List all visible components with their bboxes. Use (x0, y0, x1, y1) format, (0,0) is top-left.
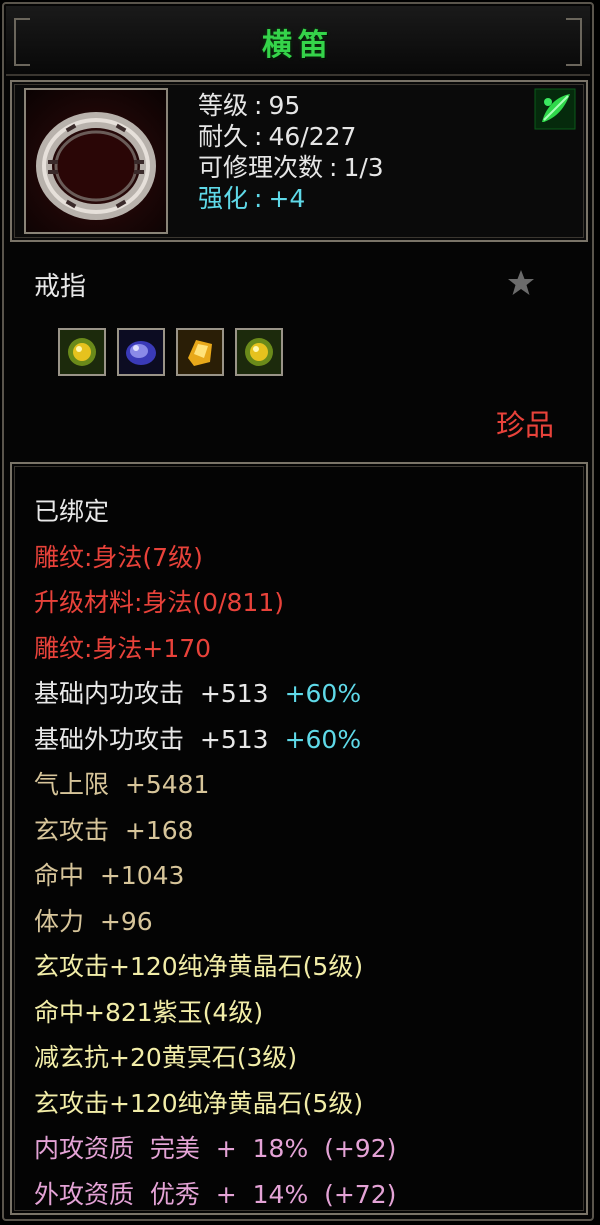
yellow-green-gem-icon[interactable] (58, 328, 106, 376)
attributes-panel: 已绑定雕纹:身法(7级) 升级材料:身法(0/811) 雕纹:身法+170 基础内功攻… (10, 462, 588, 1215)
attribute-line: 基础外功攻击 +513 +60% (34, 720, 396, 766)
attribute-line: 体力 +96 (34, 902, 396, 948)
attribute-text: 减玄抗+20黄冥石(3级) (34, 1043, 298, 1072)
ring-icon[interactable] (24, 88, 168, 234)
repair-count-line: 可修理次数:1/3 (198, 153, 384, 182)
attribute-text: 外攻资质 优秀 + 14% (+72) (34, 1179, 397, 1209)
durability-value: 46/227 (268, 122, 357, 151)
item-header: 等级:95 耐久:46/227 可修理次数:1/3 强化: +4 (10, 80, 588, 242)
durability-line: 耐久:46/227 (198, 122, 357, 151)
star-icon[interactable] (506, 268, 536, 298)
attribute-line: 已绑定 (34, 492, 396, 538)
attribute-text: 命中 +1043 (34, 861, 185, 890)
attribute-text: 体力 +96 (34, 906, 153, 936)
attribute-line: 外攻资质 优秀 + 14% (+72) (34, 1175, 396, 1221)
item-type: 戒指 (34, 272, 87, 302)
attribute-line: 玄攻击+120纯净黄晶石(5级) (34, 1084, 396, 1130)
attribute-bonus: +60% (284, 679, 362, 708)
purple-jade-gem-icon[interactable] (117, 328, 165, 376)
attribute-text: 已绑定 (34, 497, 110, 526)
attribute-text: 升级材料:身法(0/811) (34, 588, 284, 617)
attribute-text: 命中+821紫玉(4级) (34, 997, 264, 1027)
attribute-text: 玄攻击 +168 (34, 815, 194, 845)
green-leaf-icon (534, 88, 576, 130)
attributes-list: 已绑定雕纹:身法(7级) 升级材料:身法(0/811) 雕纹:身法+170 基础内功攻… (34, 492, 396, 1220)
yellow-green-gem-icon[interactable] (235, 328, 283, 376)
attribute-text: 气上限 +5481 (34, 770, 210, 799)
attribute-line: 命中+821紫玉(4级) (34, 993, 396, 1039)
attribute-text: 雕纹:身法(7级) (34, 542, 203, 572)
title-bar: 横笛 (6, 6, 590, 76)
attribute-line: 气上限 +5481 (34, 765, 396, 811)
attribute-line: 命中 +1043 (34, 856, 396, 902)
enhance-line: 强化: +4 (198, 184, 306, 213)
attribute-line: 玄攻击+120纯净黄晶石(5级) (34, 947, 396, 993)
level-value: 95 (268, 91, 301, 120)
rarity-label: 珍品 (495, 408, 554, 442)
attribute-text: 基础外功攻击 +513 (34, 724, 269, 754)
yellow-crystal-gem-icon[interactable] (176, 328, 224, 376)
attribute-text: 基础内功攻击 +513 (34, 679, 269, 708)
item-stats: 等级:95 耐久:46/227 可修理次数:1/3 强化: +4 (198, 90, 384, 214)
attribute-line: 升级材料:身法(0/811) (34, 583, 396, 629)
attribute-text: 玄攻击+120纯净黄晶石(5级) (34, 952, 364, 981)
attribute-line: 基础内功攻击 +513 +60% (34, 674, 396, 720)
level-line: 等级:95 (198, 91, 301, 120)
enhance-value: +4 (268, 184, 306, 213)
item-name: 横笛 (262, 28, 334, 63)
attribute-bonus: +60% (284, 724, 362, 754)
attribute-line: 内攻资质 完美 + 18% (+92) (34, 1129, 396, 1175)
repair-count-value: 1/3 (343, 153, 384, 182)
attribute-line: 玄攻击 +168 (34, 811, 396, 857)
attribute-line: 雕纹:身法(7级) (34, 538, 396, 584)
attribute-line: 减玄抗+20黄冥石(3级) (34, 1038, 396, 1084)
gem-slots (58, 328, 283, 376)
attribute-text: 玄攻击+120纯净黄晶石(5级) (34, 1088, 364, 1118)
attribute-line: 雕纹:身法+170 (34, 629, 396, 675)
attribute-text: 雕纹:身法+170 (34, 633, 212, 663)
attribute-text: 内攻资质 完美 + 18% (+92) (34, 1134, 397, 1163)
